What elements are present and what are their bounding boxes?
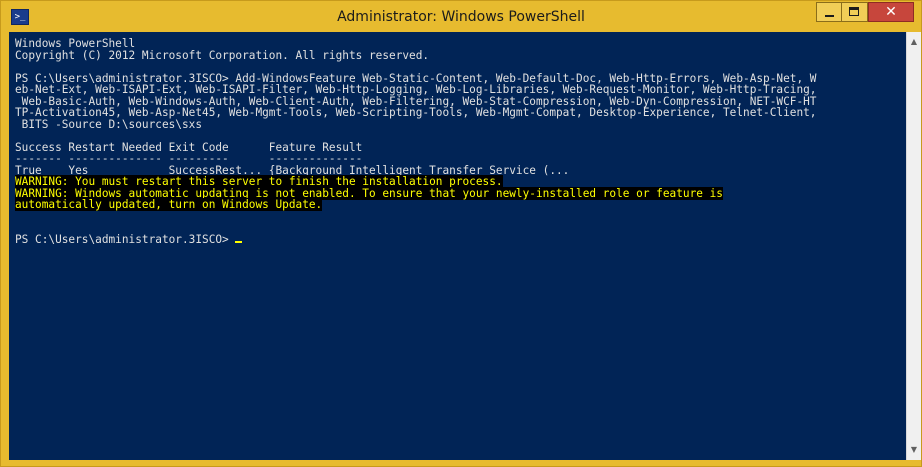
console-area[interactable]: Windows PowerShell Copyright (C) 2012 Mi… [9, 32, 906, 460]
maximize-button[interactable] [842, 2, 868, 22]
powershell-window: >_ Administrator: Windows PowerShell ✕ W… [0, 0, 922, 467]
close-button[interactable]: ✕ [868, 2, 914, 22]
close-icon: ✕ [885, 4, 897, 20]
text-cursor [235, 240, 243, 243]
command-line: BITS -Source D:\sources\sxs [15, 117, 203, 131]
window-title: Administrator: Windows PowerShell [337, 9, 585, 25]
console-output: Windows PowerShell Copyright (C) 2012 Mi… [15, 38, 906, 245]
minimize-button[interactable] [816, 2, 842, 22]
minimize-icon [825, 15, 834, 17]
prompt: PS C:\Users\administrator.3ISCO> [15, 232, 236, 246]
scroll-up-icon[interactable]: ▲ [907, 34, 921, 50]
maximize-icon [849, 7, 859, 16]
scroll-down-icon[interactable]: ▼ [907, 442, 921, 458]
console-header-line: Copyright (C) 2012 Microsoft Corporation… [15, 48, 430, 62]
warning-line: automatically updated, turn on Windows U… [15, 198, 323, 211]
title-bar[interactable]: >_ Administrator: Windows PowerShell ✕ [1, 1, 921, 32]
vertical-scrollbar[interactable]: ▲ ▼ [906, 32, 921, 460]
